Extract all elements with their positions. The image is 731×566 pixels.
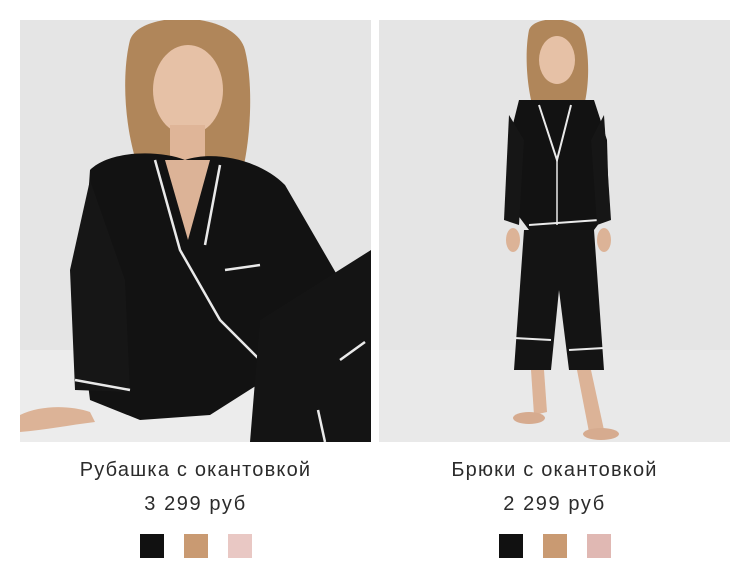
product-name[interactable]: Рубашка с окантовкой bbox=[80, 458, 312, 482]
color-swatches bbox=[498, 534, 611, 558]
product-grid: Рубашка с окантовкой 3 299 руб Брюки с о… bbox=[20, 20, 731, 558]
model-seated-shirt-illustration bbox=[20, 20, 371, 442]
product-image[interactable] bbox=[20, 20, 371, 442]
product-price: 3 299 руб bbox=[144, 493, 247, 515]
color-swatch-camel[interactable] bbox=[183, 534, 208, 558]
model-standing-pants-illustration bbox=[379, 20, 730, 442]
color-swatch-camel[interactable] bbox=[542, 534, 567, 558]
color-swatch-black[interactable] bbox=[498, 534, 523, 558]
color-swatch-pink[interactable] bbox=[586, 534, 611, 558]
product-card[interactable]: Рубашка с окантовкой 3 299 руб bbox=[20, 20, 371, 558]
product-name[interactable]: Брюки с окантовкой bbox=[451, 458, 657, 482]
color-swatch-black[interactable] bbox=[139, 534, 164, 558]
color-swatches bbox=[139, 534, 252, 558]
color-swatch-pink[interactable] bbox=[227, 534, 252, 558]
product-image[interactable] bbox=[379, 20, 730, 442]
product-price: 2 299 руб bbox=[503, 493, 606, 515]
product-card[interactable]: Брюки с окантовкой 2 299 руб bbox=[379, 20, 730, 558]
